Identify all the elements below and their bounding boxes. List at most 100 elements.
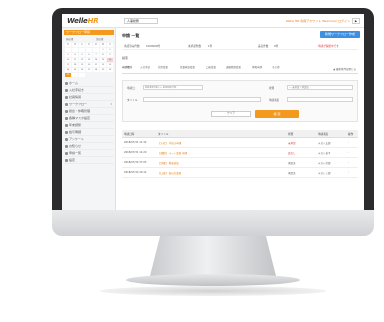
summary-label-pending: 未承認件数 — [188, 45, 201, 48]
calendar-day[interactable]: 7 — [93, 53, 99, 57]
sidebar-menu-item[interactable]: ワークフロー ▾ — [64, 101, 114, 108]
calendar-day[interactable]: 12 — [79, 58, 85, 62]
calendar-day[interactable]: 31 — [65, 73, 71, 77]
chevron-down-icon: ▾ — [110, 102, 112, 106]
tab-category[interactable]: 休暇申請 — [252, 66, 262, 69]
calendar-day[interactable]: 6 — [86, 53, 92, 57]
calendar-day[interactable]: 23 — [107, 63, 113, 67]
calendar-day[interactable]: 28 — [93, 68, 99, 72]
calendar-day[interactable]: 5 — [79, 53, 85, 57]
row-title-link[interactable]: 【扶養】 家族追加 — [158, 161, 179, 165]
chevron-right-icon[interactable]: › — [348, 141, 349, 144]
sidebar-menu-item[interactable]: 勤怠・休暇管理 — [64, 108, 114, 115]
menu-item-label: ホーム — [69, 81, 78, 85]
chevron-right-icon[interactable]: › — [348, 161, 349, 164]
calendar-day[interactable]: 11 — [72, 58, 78, 62]
sidebar-menu-item[interactable]: 年末調整 — [64, 122, 114, 129]
pending-alert[interactable]: 申請が保留中です — [318, 44, 339, 48]
calendar-day[interactable]: 9 — [107, 53, 113, 57]
search-button[interactable]: 検 索 — [255, 110, 299, 118]
calendar-day[interactable]: 16 — [107, 58, 113, 62]
calendar-day[interactable] — [93, 48, 99, 52]
sidebar-menu: ホーム入社手続き 社員情報 ワークフロー ▾ 勤怠・休暇管理 各種マスタ設定 年末調整 給与明… — [64, 80, 114, 164]
search-panel: 申請日 2018/07/01 ～ 2018/07/31 状態 — 未承認 / 承… — [122, 80, 358, 122]
monitor-chin — [52, 210, 374, 236]
calendar-day[interactable] — [72, 73, 78, 77]
row-title-link[interactable]: 【通勤】 ルート変更 申請 — [158, 151, 187, 155]
calendar-day[interactable]: 1 — [100, 48, 106, 52]
date-range-field[interactable]: 2018/07/01 ～ 2018/07/31 — [143, 85, 203, 90]
summary-value-approved: 1000000件 — [146, 45, 161, 48]
sidebar-header[interactable]: ワークフロー申請 — [64, 30, 114, 35]
menu-item-icon — [65, 110, 68, 113]
calendar-day[interactable]: 15 — [100, 58, 106, 62]
tab-category[interactable]: 通勤経路変更 — [226, 66, 241, 69]
tab-category[interactable]: その他 — [272, 66, 280, 69]
tab-category[interactable]: 入社手続 — [140, 66, 150, 69]
calendar-next-button[interactable]: 次の月 — [96, 37, 104, 41]
calendar-day[interactable]: 19 — [79, 63, 85, 67]
calendar-day[interactable]: 4 — [72, 53, 78, 57]
calendar-day[interactable]: 18 — [72, 63, 78, 67]
tab-category[interactable]: 扶養家族変更 — [180, 66, 195, 69]
status-badge: 差戻し — [288, 152, 296, 155]
sidebar-menu-item[interactable]: 各種マスタ設定 — [64, 115, 114, 122]
row-title-link[interactable]: 【入社】 手続き申請 — [158, 141, 181, 145]
tab-category[interactable]: 住所変更 — [158, 66, 168, 69]
clear-button[interactable]: クリア — [211, 111, 251, 117]
table-header-cell: 状態 — [288, 133, 294, 136]
table-row[interactable]: 2018/07/31 11:20 【通勤】 ルート変更 申請 差戻し テスト花子 › — [122, 148, 358, 158]
menu-item-icon — [65, 117, 68, 120]
title-field[interactable] — [143, 97, 261, 102]
row-date: 2018/07/30 17:05 — [124, 161, 147, 164]
table-row[interactable]: 2018/07/30 17:05 【扶養】 家族追加 承認済 テスト次郎 › — [122, 158, 358, 168]
calendar-day[interactable]: 25 — [72, 68, 78, 72]
row-title-link[interactable]: 【口座】 振込先変更 — [158, 171, 181, 175]
table-row[interactable]: 2018/07/31 11:32 【入社】 手続き申請 未承認 テスト太郎 › — [122, 138, 358, 148]
calendar-day[interactable]: 20 — [86, 63, 92, 67]
tab-category[interactable]: 申請種別 — [122, 66, 132, 69]
toggle-search-button[interactable]: ▲ 検索条件を閉じる — [333, 67, 356, 71]
calendar-day[interactable] — [72, 48, 78, 52]
app-logo[interactable]: WelleHR — [67, 17, 99, 25]
summary-row: 承認済み件数 1000000件 未承認件数 1件 差戻件数 0件 申請が保留中で… — [122, 42, 358, 50]
applicant-field[interactable] — [287, 97, 353, 102]
status-field[interactable]: — 未承認 / 承認済 — [287, 85, 353, 90]
sidebar-menu-item[interactable]: アンケート — [64, 136, 114, 143]
logout-button[interactable]: ▶ — [352, 18, 360, 24]
calendar-day[interactable]: 13 — [86, 58, 92, 62]
calendar-day[interactable]: 8 — [100, 53, 106, 57]
table-row[interactable]: 2018/07/30 10:12 【口座】 振込先変更 承認済 テスト三郎 › — [122, 168, 358, 178]
sidebar-menu-item[interactable]: お知らせ — [64, 143, 114, 150]
calendar-day[interactable]: 22 — [100, 63, 106, 67]
calendar-day[interactable]: 2 — [107, 48, 113, 52]
new-workflow-button[interactable]: 新規ワークフロー作成 — [320, 31, 360, 38]
sidebar-menu-item[interactable]: 給与明細 — [64, 129, 114, 136]
calendar-day[interactable] — [79, 48, 85, 52]
calendar-day[interactable]: 24 — [65, 68, 71, 72]
calendar-day[interactable]: 29 — [100, 68, 106, 72]
calendar-day[interactable]: 27 — [86, 68, 92, 72]
sidebar-menu-item[interactable]: ホーム — [64, 80, 114, 87]
calendar-day[interactable]: 30 — [107, 68, 113, 72]
menu-item-label: 申請一覧 — [69, 151, 82, 155]
calendar-prev-button[interactable]: 前の月 — [66, 37, 74, 41]
calendar-day[interactable]: 3 — [65, 53, 71, 57]
calendar-day[interactable]: 26 — [79, 68, 85, 72]
sidebar-menu-item[interactable]: 社員情報 — [64, 94, 114, 101]
tab-category[interactable]: 口座変更 — [206, 66, 216, 69]
calendar-day[interactable] — [79, 73, 85, 77]
chevron-right-icon[interactable]: › — [348, 171, 349, 174]
calendar-day[interactable]: 10 — [65, 58, 71, 62]
calendar-day[interactable]: 21 — [93, 63, 99, 67]
sidebar-menu-item[interactable]: 設定 — [64, 157, 114, 164]
calendar-day[interactable] — [65, 48, 71, 52]
sidebar-menu-item[interactable]: 入社手続き — [64, 87, 114, 94]
calendar-day[interactable]: 17 — [65, 63, 71, 67]
calendar-day[interactable]: 14 — [93, 58, 99, 62]
chevron-right-icon[interactable]: › — [348, 151, 349, 154]
page-title: 申請 一覧 — [122, 33, 140, 38]
sidebar-menu-item[interactable]: 申請一覧 — [64, 150, 114, 157]
calendar-day[interactable] — [86, 48, 92, 52]
company-select[interactable]: 人事総務 — [124, 18, 158, 24]
